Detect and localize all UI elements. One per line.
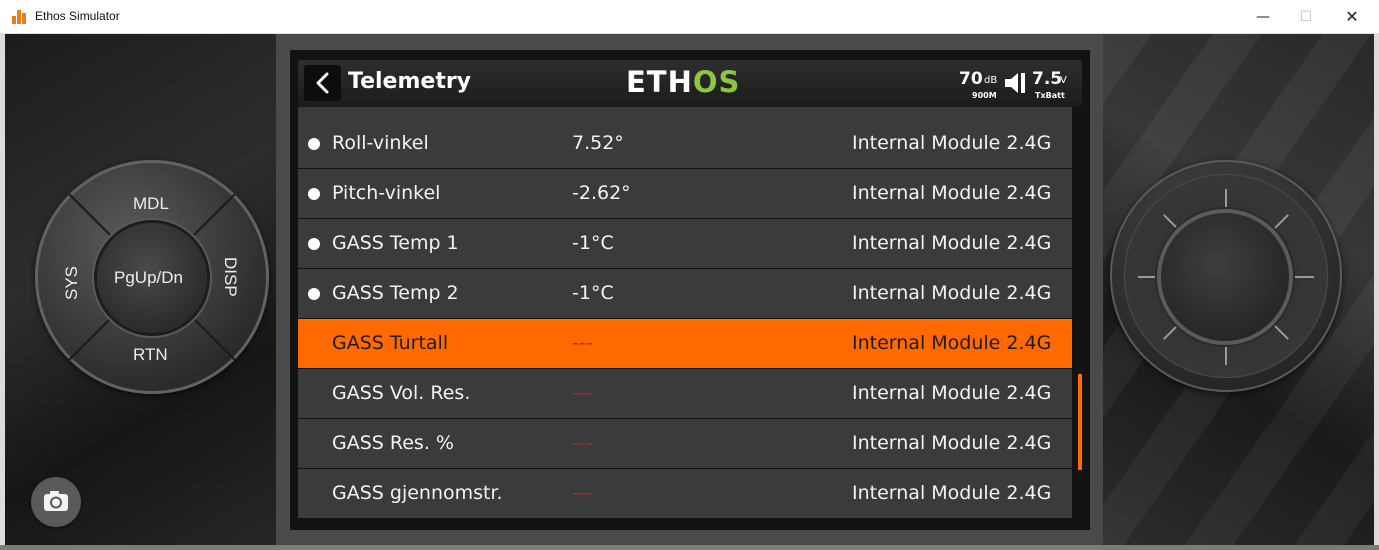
speaker-icon[interactable] [1003, 70, 1027, 96]
sensor-active-dot [308, 238, 320, 250]
telemetry-row[interactable]: Roll-vinkel 7.52° Internal Module 2.4G [298, 119, 1072, 168]
rssi-label: 900M [972, 91, 997, 100]
sensor-name: Pitch-vinkel [332, 182, 441, 204]
telemetry-row[interactable]: GASS gjennomstr. --- Internal Module 2.4G [298, 469, 1072, 518]
telemetry-row[interactable]: GASS Vol. Res. --- Internal Module 2.4G [298, 369, 1072, 418]
sensor-name: GASS Turtall [332, 332, 449, 354]
telemetry-row[interactable]: Pitch-vinkel -2.62° Internal Module 2.4G [298, 169, 1072, 218]
list-scrollbar[interactable] [1078, 374, 1082, 470]
sensor-value: --- [572, 332, 593, 354]
sensor-active-dot [308, 288, 320, 300]
camera-icon [44, 491, 68, 511]
screenshot-button[interactable] [31, 477, 81, 527]
sensor-value: -1°C [572, 282, 614, 304]
pgupdn-label: PgUp/Dn [114, 268, 183, 287]
battery-unit: V [1060, 75, 1067, 86]
sensor-name: Roll-vinkel [332, 132, 429, 154]
sensor-value: -2.62° [572, 182, 631, 204]
window-titlebar: Ethos Simulator — ☐ ✕ [0, 0, 1379, 34]
telemetry-row[interactable]: GASS Temp 1 -1°C Internal Module 2.4G [298, 219, 1072, 268]
knob-tick [1138, 276, 1158, 278]
battery-label: TxBatt [1035, 91, 1065, 100]
sensor-source: Internal Module 2.4G [852, 332, 1052, 354]
window-title: Ethos Simulator [35, 9, 120, 23]
sensor-active-dot [308, 138, 320, 150]
minimize-button[interactable]: — [1240, 0, 1286, 34]
rtn-button[interactable]: RTN [133, 345, 168, 365]
close-button[interactable]: ✕ [1329, 0, 1375, 34]
sensor-name: GASS gjennomstr. [332, 482, 503, 504]
sensor-value: --- [572, 482, 593, 504]
desktop-edge [0, 545, 1379, 550]
back-arrow-icon [316, 72, 329, 94]
sensor-name: GASS Temp 2 [332, 282, 459, 304]
sensor-name: GASS Vol. Res. [332, 382, 471, 404]
back-button[interactable] [304, 65, 341, 101]
sensor-source: Internal Module 2.4G [852, 182, 1052, 204]
battery-value: 7.5 [1032, 69, 1063, 89]
knob-tick [1225, 345, 1227, 365]
sensor-value: --- [572, 432, 593, 454]
telemetry-row[interactable]: GASS Res. % --- Internal Module 2.4G [298, 419, 1072, 468]
sensor-source: Internal Module 2.4G [852, 232, 1052, 254]
sensor-source: Internal Module 2.4G [852, 432, 1052, 454]
telemetry-row[interactable]: GASS Turtall --- Internal Module 2.4G [298, 319, 1072, 368]
page-title: Telemetry [348, 69, 472, 94]
rssi-unit: dB [984, 75, 998, 86]
sensor-value: -1°C [572, 232, 614, 254]
maximize-button[interactable]: ☐ [1283, 0, 1329, 34]
sensor-value: --- [572, 382, 593, 404]
rssi-value: 70 [959, 69, 983, 89]
knob-tick [1225, 189, 1227, 209]
disp-button[interactable]: DISP [220, 257, 240, 297]
ethos-logo: ETHOS [626, 65, 741, 99]
sensor-name: GASS Res. % [332, 432, 454, 454]
app-icon [12, 10, 28, 24]
telemetry-list[interactable]: RB StateRX1 Overload, RX2 Overl...Intern… [298, 107, 1072, 522]
sensor-source: Internal Module 2.4G [852, 132, 1052, 154]
sensor-source: Internal Module 2.4G [852, 482, 1052, 504]
mdl-button[interactable]: MDL [133, 194, 169, 214]
sensor-value: 7.52° [572, 132, 624, 154]
sensor-source: Internal Module 2.4G [852, 282, 1052, 304]
sensor-name: GASS Temp 1 [332, 232, 459, 254]
telemetry-row[interactable]: GASS Temp 2 -1°C Internal Module 2.4G [298, 269, 1072, 318]
knob-center[interactable] [1161, 213, 1289, 341]
sensor-source: Internal Module 2.4G [852, 382, 1052, 404]
sensor-active-dot [308, 188, 320, 200]
sys-button[interactable]: SYS [62, 266, 82, 300]
knob-tick [1294, 276, 1314, 278]
